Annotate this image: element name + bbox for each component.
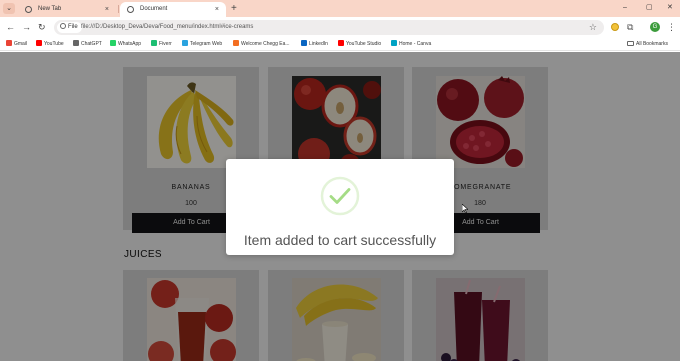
bookmark-gmail[interactable]: Gmail	[6, 37, 27, 51]
tab-divider	[118, 5, 119, 13]
tab-document[interactable]: Document ×	[120, 2, 226, 17]
bookmark-label: ChatGPT	[81, 41, 102, 47]
bookmark-label: YouTube Studio	[346, 41, 382, 47]
folder-icon	[627, 41, 634, 46]
chegg-icon	[233, 40, 239, 46]
reload-button[interactable]: ↻	[38, 21, 46, 33]
gmail-icon	[6, 40, 12, 46]
browser-toolbar: ← → ↻ File file:///D:/Desktop_Deva/Deva/…	[0, 17, 680, 37]
bookmark-fiverr[interactable]: Fiverr	[151, 37, 172, 51]
window-close-button[interactable]: ✕	[667, 2, 673, 14]
linkedin-icon	[301, 40, 307, 46]
back-button[interactable]: ←	[6, 21, 15, 33]
new-tab-button[interactable]: +	[231, 2, 237, 15]
info-icon	[60, 23, 66, 29]
bookmark-label: LinkedIn	[309, 41, 328, 47]
bookmark-label: Telegram Web	[190, 41, 223, 47]
bookmark-whatsapp[interactable]: WhatsApp	[110, 37, 141, 51]
bookmark-chatgpt[interactable]: ChatGPT	[73, 37, 102, 51]
bookmark-label: Home - Canva	[399, 41, 432, 47]
bookmark-label: YouTube	[44, 41, 64, 47]
youtube-studio-icon	[338, 40, 344, 46]
bookmark-label: WhatsApp	[118, 41, 142, 47]
chrome-icon	[25, 6, 32, 13]
mouse-cursor-icon	[462, 204, 468, 213]
address-bar[interactable]: File file:///D:/Desktop_Deva/Deva/Food_m…	[54, 20, 604, 35]
cart-success-modal: Item added to cart successfully	[226, 159, 454, 255]
extension-icon[interactable]	[611, 23, 619, 31]
tab-label: New Tab	[38, 6, 62, 12]
bookmark-youtube-studio[interactable]: YouTube Studio	[338, 37, 381, 51]
all-bookmarks-label: All Bookmarks	[636, 41, 668, 47]
tab-label: Document	[140, 6, 168, 12]
check-icon	[320, 176, 360, 216]
canva-icon	[391, 40, 397, 46]
bookmark-label: Gmail	[14, 41, 28, 47]
tab-close-icon[interactable]: ×	[215, 2, 219, 17]
telegram-icon	[182, 40, 188, 46]
profile-avatar[interactable]: G	[650, 22, 660, 32]
bookmark-label: Fiverr	[159, 41, 172, 47]
bookmark-youtube[interactable]: YouTube	[36, 37, 64, 51]
browser-menu-icon[interactable]: ⋮	[667, 21, 676, 33]
globe-icon	[127, 6, 134, 13]
bookmark-telegram[interactable]: Telegram Web	[182, 37, 222, 51]
all-bookmarks-button[interactable]: All Bookmarks	[627, 37, 668, 51]
minimize-button[interactable]: –	[623, 2, 627, 14]
tab-close-icon[interactable]: ×	[105, 2, 109, 17]
extensions-puzzle-icon[interactable]: ⧉	[627, 22, 633, 32]
bookmark-label: Welcome Chegg Ea...	[241, 41, 290, 47]
tab-search-button[interactable]: ⌄	[3, 3, 15, 14]
site-chip-label: File	[68, 24, 78, 30]
whatsapp-icon	[110, 40, 116, 46]
bookmark-linkedin[interactable]: LinkedIn	[301, 37, 328, 51]
bookmark-canva[interactable]: Home - Canva	[391, 37, 431, 51]
tab-new-tab[interactable]: New Tab ×	[18, 2, 116, 17]
url-text[interactable]: file:///D:/Desktop_Deva/Deva/Food_menu/i…	[81, 20, 253, 35]
forward-button[interactable]: →	[22, 21, 31, 33]
chatgpt-icon	[73, 40, 79, 46]
youtube-icon	[36, 40, 42, 46]
fiverr-icon	[151, 40, 157, 46]
site-info-chip[interactable]: File	[57, 22, 82, 33]
bookmark-star-icon[interactable]: ☆	[589, 20, 597, 35]
modal-message: Item added to cart successfully	[243, 232, 437, 248]
bookmark-chegg[interactable]: Welcome Chegg Ea...	[233, 37, 290, 51]
bookmarks-bar: Gmail YouTube ChatGPT WhatsApp Fiverr Te…	[0, 37, 680, 51]
tab-strip: ⌄ New Tab × Document × + – ▢ ✕	[0, 0, 680, 17]
maximize-button[interactable]: ▢	[646, 2, 653, 14]
